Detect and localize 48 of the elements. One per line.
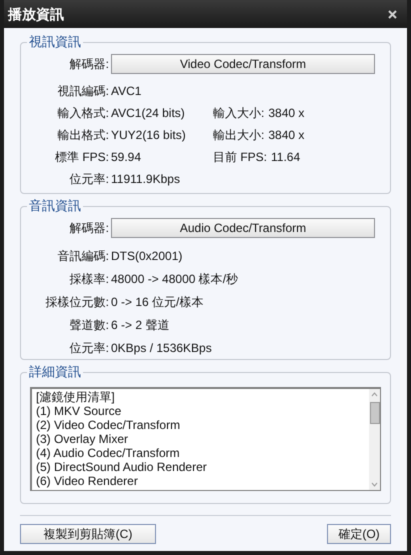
- field-label: 聲道數:: [68, 316, 110, 334]
- field-label: 輸出格式:: [56, 127, 110, 144]
- field-label: 輸入格式:: [56, 105, 110, 122]
- field-label: 解碼器:: [68, 220, 110, 236]
- close-icon[interactable]: [388, 10, 397, 18]
- field-value: DTS(0x2001): [111, 248, 182, 264]
- dialog-button[interactable]: 確定(O): [327, 524, 391, 544]
- field-value: YUY2(16 bits): [111, 127, 187, 144]
- list-line: (6) Video Renderer: [36, 474, 139, 488]
- field-label: 音訊編碼:: [56, 248, 110, 264]
- field-label: 視訊編碼:: [56, 83, 110, 100]
- field-label: 輸出大小:: [212, 127, 266, 144]
- field-value: 59.94: [111, 149, 142, 166]
- field-value: AVC1: [111, 83, 142, 100]
- decoder-button[interactable]: Video Codec/Transform: [111, 54, 375, 74]
- field-label: 位元率:: [68, 171, 110, 188]
- list-line: (5) DirectSound Audio Renderer: [36, 460, 208, 474]
- field-label: 採樣率:: [68, 270, 110, 288]
- field-value: 11911.9Kbps: [111, 171, 180, 188]
- group-legend: 詳細資訊: [27, 364, 83, 380]
- scrollbar[interactable]: [369, 389, 380, 490]
- scroll-down-icon[interactable]: [371, 482, 378, 487]
- field-label: 標準 FPS:: [54, 149, 110, 166]
- list-line: (4) Audio Codec/Transform: [36, 446, 181, 460]
- field-label: 目前 FPS:: [212, 149, 268, 166]
- field-label: 解碼器:: [68, 56, 110, 72]
- field-value: AVC1(24 bits): [111, 105, 186, 122]
- field-label: 採樣位元數:: [44, 294, 110, 310]
- field-label: 輸入大小:: [212, 105, 266, 122]
- field-value: 0 -> 16 位元/樣本: [111, 294, 204, 310]
- dialog-button[interactable]: 複製到剪貼簿(C): [20, 524, 156, 544]
- list-line: (3) Overlay Mixer: [36, 432, 130, 446]
- scroll-thumb[interactable]: [370, 402, 380, 424]
- list-line: (1) MKV Source: [36, 404, 122, 418]
- field-value: 3840 x: [268, 127, 304, 144]
- field-value: 48000 -> 48000 樣本/秒: [111, 270, 238, 288]
- list-line: [濾鏡使用清單]: [36, 390, 116, 404]
- scroll-up-icon[interactable]: [371, 392, 378, 397]
- field-value: 11.64: [271, 149, 300, 166]
- field-value: 0KBps / 1536KBps: [111, 340, 212, 356]
- field-value: 6 -> 2 聲道: [111, 316, 170, 334]
- field-value: 3840 x: [268, 105, 304, 122]
- list-line: (2) Video Codec/Transform: [36, 418, 182, 432]
- group-legend: 音訊資訊: [27, 198, 83, 214]
- decoder-button[interactable]: Audio Codec/Transform: [111, 218, 375, 238]
- window-title: 播放資訊: [8, 4, 64, 24]
- field-label: 位元率:: [68, 340, 110, 356]
- group-legend: 視訊資訊: [27, 34, 83, 50]
